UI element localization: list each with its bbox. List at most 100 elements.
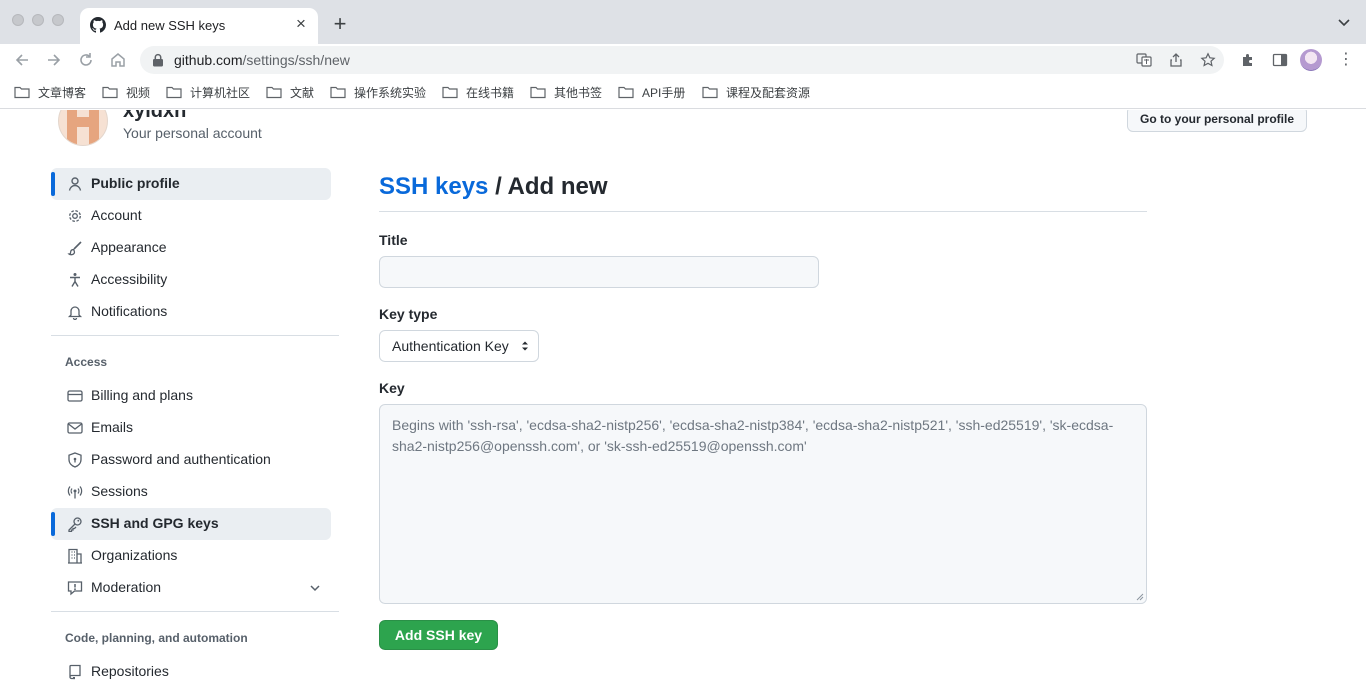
sidebar-item-repositories[interactable]: Repositories bbox=[51, 656, 331, 688]
url-text[interactable]: github.com/settings/ssh/new bbox=[174, 52, 350, 68]
folder-icon bbox=[102, 86, 118, 99]
sidebar-item-billing[interactable]: Billing and plans bbox=[51, 380, 331, 412]
add-ssh-key-button[interactable]: Add SSH key bbox=[379, 620, 498, 650]
bookmark-folder[interactable]: 视频 bbox=[102, 84, 150, 100]
sidebar-item-label: Public profile bbox=[91, 175, 180, 191]
bookmark-label: 其他书签 bbox=[554, 85, 603, 100]
browser-tab[interactable]: Add new SSH keys × bbox=[80, 8, 318, 44]
broadcast-icon bbox=[67, 486, 83, 499]
bookmark-label: 课程及配套资源 bbox=[726, 85, 811, 100]
chevron-down-icon[interactable] bbox=[307, 580, 323, 596]
github-settings-page: xyldxh Your personal account Go to your … bbox=[0, 110, 1366, 691]
sidebar-divider bbox=[51, 611, 339, 612]
sidebar-heading-code: Code, planning, and automation bbox=[65, 631, 248, 645]
translate-icon[interactable] bbox=[1136, 52, 1152, 68]
reload-icon[interactable] bbox=[76, 50, 96, 70]
sidebar-item-label: Moderation bbox=[91, 579, 162, 595]
bookmark-folder[interactable]: 文章博客 bbox=[14, 84, 86, 100]
tab-search-chevron-icon[interactable] bbox=[1336, 14, 1352, 30]
key-textarea[interactable]: Begins with 'ssh-rsa', 'ecdsa-sha2-nistp… bbox=[379, 404, 1147, 604]
bookmark-folder[interactable]: 课程及配套资源 bbox=[702, 84, 810, 100]
repo-icon bbox=[69, 664, 81, 680]
person-icon bbox=[68, 177, 82, 191]
folder-icon bbox=[166, 86, 182, 99]
go-to-profile-button[interactable]: Go to your personal profile bbox=[1127, 110, 1307, 132]
sidebar-item-label: Appearance bbox=[91, 239, 167, 255]
sidebar-item-moderation[interactable]: Moderation bbox=[51, 572, 331, 604]
bookmark-folder[interactable]: 在线书籍 bbox=[442, 84, 514, 100]
sidebar-item-password-auth[interactable]: Password and authentication bbox=[51, 444, 331, 476]
bookmark-label: 文章博客 bbox=[38, 85, 87, 100]
browser-toolbar: github.com/settings/ssh/new ⋮ bbox=[0, 44, 1366, 76]
new-tab-button[interactable]: + bbox=[330, 13, 350, 35]
folder-icon bbox=[618, 86, 634, 99]
bookmark-label: 操作系统实验 bbox=[354, 85, 427, 100]
account-username[interactable]: xyldxh bbox=[123, 110, 186, 123]
window-zoom-button[interactable] bbox=[52, 14, 64, 26]
sidebar-item-ssh-gpg-keys[interactable]: SSH and GPG keys bbox=[51, 508, 331, 540]
bookmark-folder[interactable]: 其他书签 bbox=[530, 84, 602, 100]
paintbrush-icon bbox=[67, 241, 82, 256]
breadcrumb-separator: / bbox=[495, 173, 502, 200]
active-indicator bbox=[51, 512, 55, 536]
folder-icon bbox=[14, 86, 30, 99]
sidebar-item-label: Accessibility bbox=[91, 271, 168, 287]
back-arrow-icon[interactable] bbox=[12, 50, 32, 70]
sidebar-item-organizations[interactable]: Organizations bbox=[51, 540, 331, 572]
browser-profile-avatar[interactable] bbox=[1300, 49, 1322, 71]
sidebar-item-label: Organizations bbox=[91, 547, 178, 563]
bookmark-folder[interactable]: API手册 bbox=[618, 84, 685, 100]
key-type-selected-value: Authentication Key bbox=[392, 338, 509, 354]
home-icon[interactable] bbox=[108, 50, 128, 70]
resize-grip-icon[interactable] bbox=[1136, 593, 1144, 601]
ssh-keys-breadcrumb-link[interactable]: SSH keys bbox=[379, 173, 488, 200]
accessibility-icon bbox=[70, 273, 80, 287]
folder-icon bbox=[530, 86, 546, 99]
sidebar-item-notifications[interactable]: Notifications bbox=[51, 296, 331, 328]
folder-icon bbox=[702, 86, 718, 99]
sidebar-item-label: Sessions bbox=[91, 483, 148, 499]
tab-title: Add new SSH keys bbox=[114, 18, 226, 33]
side-panel-icon[interactable] bbox=[1272, 52, 1288, 68]
key-type-select[interactable]: Authentication Key bbox=[379, 330, 539, 362]
breadcrumb-current: Add new bbox=[507, 173, 608, 200]
select-updown-icon bbox=[522, 341, 528, 351]
mail-icon bbox=[67, 422, 83, 434]
browser-menu-icon[interactable]: ⋮ bbox=[1338, 51, 1354, 69]
bookmarks-bar: 文章博客 视频 计算机社区 文献 操作系统实验 在线书籍 其他书签 API手册 … bbox=[0, 76, 1366, 109]
window-close-button[interactable] bbox=[12, 14, 24, 26]
shield-lock-icon bbox=[68, 452, 82, 468]
bookmark-folder[interactable]: 文献 bbox=[266, 84, 314, 100]
sidebar-item-public-profile[interactable]: Public profile bbox=[51, 168, 331, 200]
forward-arrow-icon[interactable] bbox=[44, 50, 64, 70]
credit-card-icon bbox=[67, 390, 83, 402]
sidebar-heading-access: Access bbox=[65, 355, 108, 369]
page-title: SSH keys / Add new bbox=[379, 173, 608, 201]
user-avatar[interactable] bbox=[58, 110, 108, 146]
bookmark-label: 视频 bbox=[126, 85, 151, 100]
address-bar[interactable]: github.com/settings/ssh/new bbox=[140, 46, 1224, 74]
share-icon[interactable] bbox=[1168, 52, 1184, 68]
lock-icon[interactable] bbox=[152, 53, 164, 67]
sidebar-item-sessions[interactable]: Sessions bbox=[51, 476, 331, 508]
sidebar-item-label: SSH and GPG keys bbox=[91, 515, 219, 531]
bookmark-label: 文献 bbox=[290, 85, 315, 100]
gear-icon bbox=[69, 210, 81, 222]
folder-icon bbox=[330, 86, 346, 99]
key-title-input[interactable] bbox=[379, 256, 819, 288]
key-icon bbox=[68, 517, 82, 532]
bookmark-star-icon[interactable] bbox=[1200, 52, 1216, 68]
sidebar-item-label: Repositories bbox=[91, 663, 169, 679]
sidebar-item-emails[interactable]: Emails bbox=[51, 412, 331, 444]
bookmark-folder[interactable]: 操作系统实验 bbox=[330, 84, 426, 100]
bookmark-label: API手册 bbox=[642, 85, 686, 100]
sidebar-item-appearance[interactable]: Appearance bbox=[51, 232, 331, 264]
github-logo-icon bbox=[90, 17, 106, 33]
sidebar-item-accessibility[interactable]: Accessibility bbox=[51, 264, 331, 296]
key-field-label: Key bbox=[379, 380, 405, 396]
tab-close-icon[interactable]: × bbox=[292, 15, 310, 33]
window-minimize-button[interactable] bbox=[32, 14, 44, 26]
bookmark-folder[interactable]: 计算机社区 bbox=[166, 84, 250, 100]
extensions-puzzle-icon[interactable] bbox=[1240, 52, 1256, 68]
sidebar-item-account[interactable]: Account bbox=[51, 200, 331, 232]
